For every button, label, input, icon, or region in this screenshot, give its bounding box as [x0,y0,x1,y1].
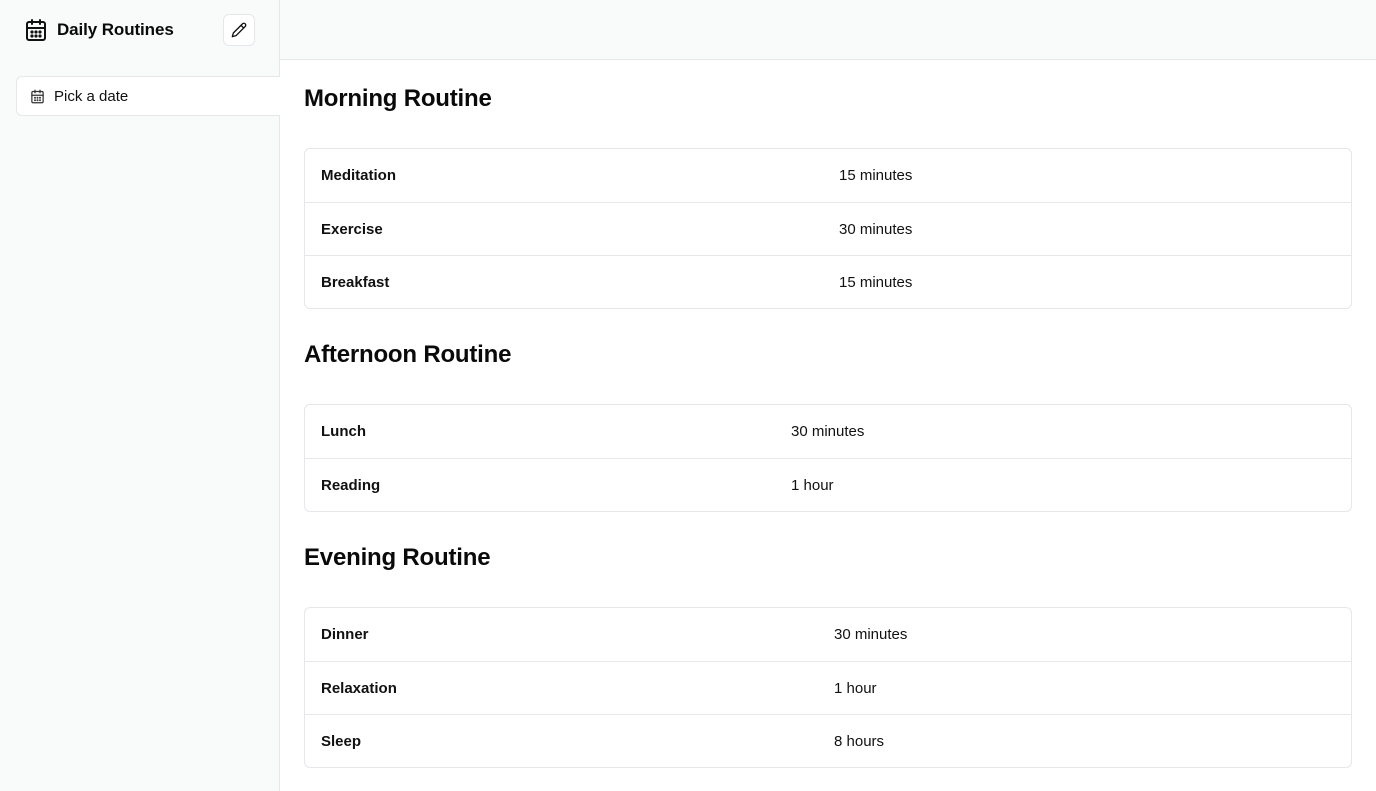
routine-table-afternoon: Lunch 30 minutes Reading 1 hour [304,404,1352,512]
section-title-evening: Evening Routine [304,544,491,571]
calendar-icon [24,18,48,42]
activity-duration: 1 hour [791,476,834,494]
app-title: Daily Routines [57,20,174,39]
table-row: Relaxation 1 hour [305,661,1351,714]
section-title-afternoon: Afternoon Routine [304,341,512,368]
top-bar [280,0,1376,60]
routine-table-morning: Meditation 15 minutes Exercise 30 minute… [304,148,1352,309]
activity-name: Breakfast [321,273,390,291]
date-picker-button[interactable]: Pick a date [16,76,280,116]
table-row: Sleep 8 hours [305,714,1351,767]
activity-name: Meditation [321,167,396,184]
activity-name: Lunch [321,423,366,440]
table-row: Exercise 30 minutes [305,202,1351,255]
activity-duration: 8 hours [834,732,885,750]
table-row: Dinner 30 minutes [305,608,1351,661]
calendar-icon [30,89,45,104]
activity-name: Reading [321,476,381,494]
sidebar: Daily Routines Pick a date [0,0,280,791]
table-row: Breakfast 15 minutes [305,255,1351,308]
routine-table-evening: Dinner 30 minutes Relaxation 1 hour Slee… [304,607,1352,768]
table-row: Meditation 15 minutes [305,149,1351,202]
activity-duration: 30 minutes [834,626,908,643]
section-title-morning: Morning Routine [304,85,492,112]
activity-name: Relaxation [321,679,397,697]
activity-name: Dinner [321,626,369,643]
activity-name: Exercise [321,220,383,238]
sidebar-header: Daily Routines [0,0,279,60]
activity-duration: 15 minutes [839,273,913,291]
activity-duration: 30 minutes [791,423,865,440]
pencil-icon [231,22,247,38]
activity-duration: 15 minutes [839,167,913,184]
table-row: Reading 1 hour [305,458,1351,511]
activity-duration: 1 hour [834,679,877,697]
edit-button[interactable] [223,14,255,46]
date-picker-label: Pick a date [54,87,129,105]
activity-name: Sleep [321,732,362,750]
activity-duration: 30 minutes [839,220,913,238]
table-row: Lunch 30 minutes [305,405,1351,458]
